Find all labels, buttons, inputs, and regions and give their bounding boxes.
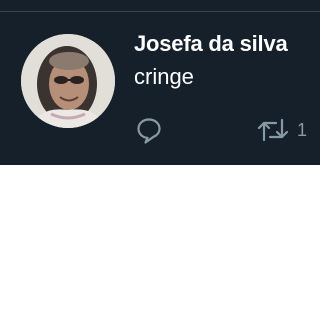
avatar[interactable] <box>21 34 115 128</box>
retweet-icon <box>256 115 290 145</box>
tweet-text: cringe <box>134 64 194 89</box>
reply-icon <box>134 115 164 145</box>
avatar-photo <box>21 34 115 128</box>
divider <box>0 11 320 12</box>
tweet-card[interactable]: Josefa da silva cringe 1 <box>0 0 320 165</box>
retweet-count: 1 <box>297 120 308 140</box>
reply-button[interactable] <box>134 115 164 145</box>
display-name[interactable]: Josefa da silva <box>134 31 288 57</box>
retweet-button[interactable]: 1 <box>256 115 307 145</box>
